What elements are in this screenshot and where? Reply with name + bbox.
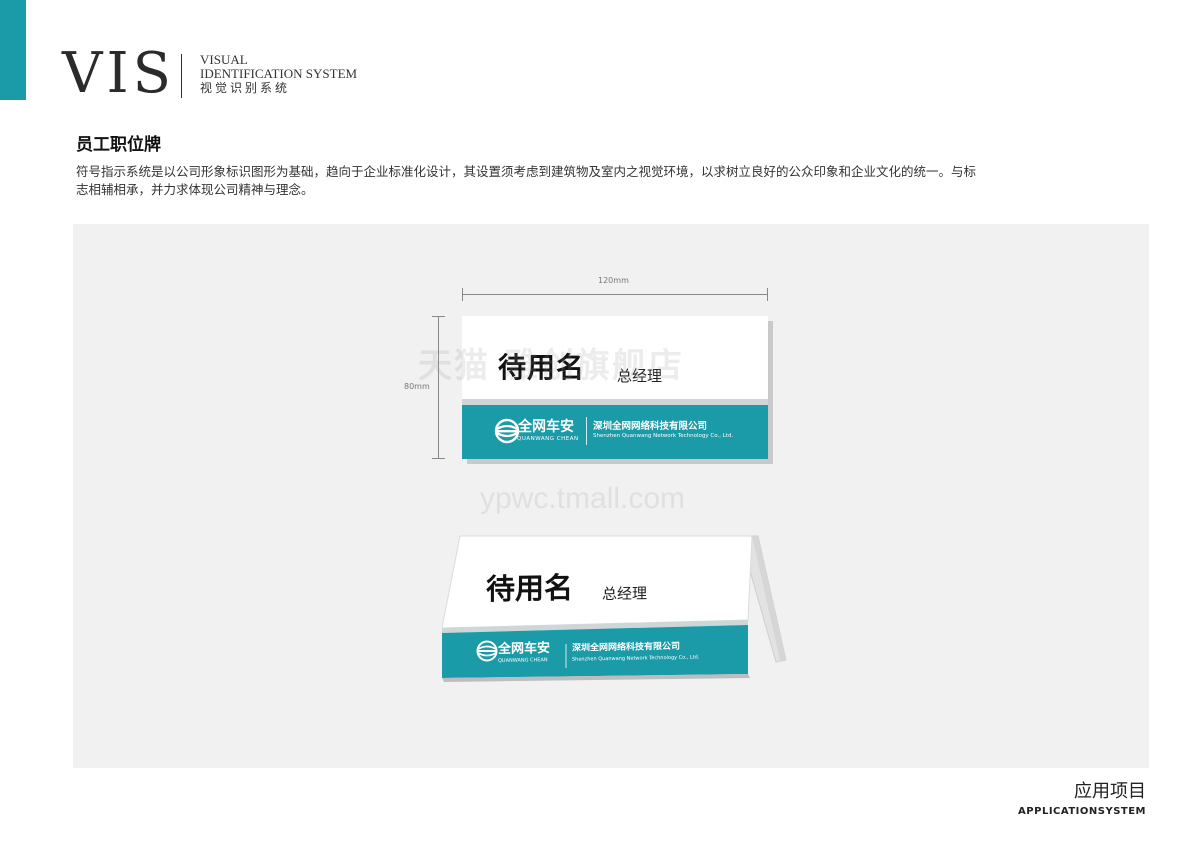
section-description: 符号指示系统是以公司形象标识图形为基础，趋向于企业标准化设计，其设置须考虑到建筑… <box>76 164 977 197</box>
tent-brand-name-en: QUANWANG CHEAN <box>498 657 548 664</box>
subtitle-en-line1: VISUAL <box>200 52 248 67</box>
tent-card-graphic: 待用名 总经理 全网车安 QUANWANG CHEAN 深圳全网网络科技有限公司… <box>441 535 787 682</box>
brand-name-en: QUANWANG CHEAN <box>517 436 579 442</box>
accent-bar <box>0 0 26 100</box>
tent-employee-position: 总经理 <box>602 584 647 603</box>
height-dimension-label: 80mm <box>404 382 430 391</box>
card-brand-band: 全网车安 QUANWANG CHEAN 深圳全网网络科技有限公司 Shenzhe… <box>462 405 768 459</box>
logo-divider <box>181 54 182 98</box>
name-card-flat: 待用名 总经理 全网车安 QUANWANG CHEAN 深圳全网网络科技有限公司… <box>462 316 768 459</box>
brand-name-cn: 全网车安 <box>518 419 574 435</box>
vis-logo: VIS <box>62 41 175 106</box>
company-name-cn: 深圳全网网络科技有限公司 <box>593 421 708 432</box>
width-dimension-label: 120mm <box>598 276 629 285</box>
company-name-en: Shenzhen Quanwang Network Technology Co.… <box>593 433 734 439</box>
employee-position: 总经理 <box>617 367 663 385</box>
page-title: 员工职位牌 <box>76 135 161 155</box>
footer-title-en: APPLICATIONSYSTEM <box>1018 806 1146 817</box>
subtitle-cn: 视觉识别系统 <box>200 81 291 95</box>
brand-divider <box>586 417 587 445</box>
name-card-tent: 待用名 总经理 全网车安 QUANWANG CHEAN 深圳全网网络科技有限公司… <box>440 532 790 692</box>
tent-employee-name: 待用名 <box>486 571 573 607</box>
tent-brand-name-cn: 全网车安 <box>497 640 550 657</box>
logo-subtitle: VISUAL IDENTIFICATION SYSTEM 视觉识别系统 <box>200 52 358 96</box>
employee-name: 待用名 <box>498 351 586 384</box>
subtitle-en-line2: IDENTIFICATION SYSTEM <box>200 66 358 81</box>
height-dimension-line <box>432 316 445 459</box>
width-dimension-line <box>462 288 768 301</box>
tent-back-edge <box>752 536 786 660</box>
footer-title-cn: 应用项目 <box>1074 781 1146 802</box>
